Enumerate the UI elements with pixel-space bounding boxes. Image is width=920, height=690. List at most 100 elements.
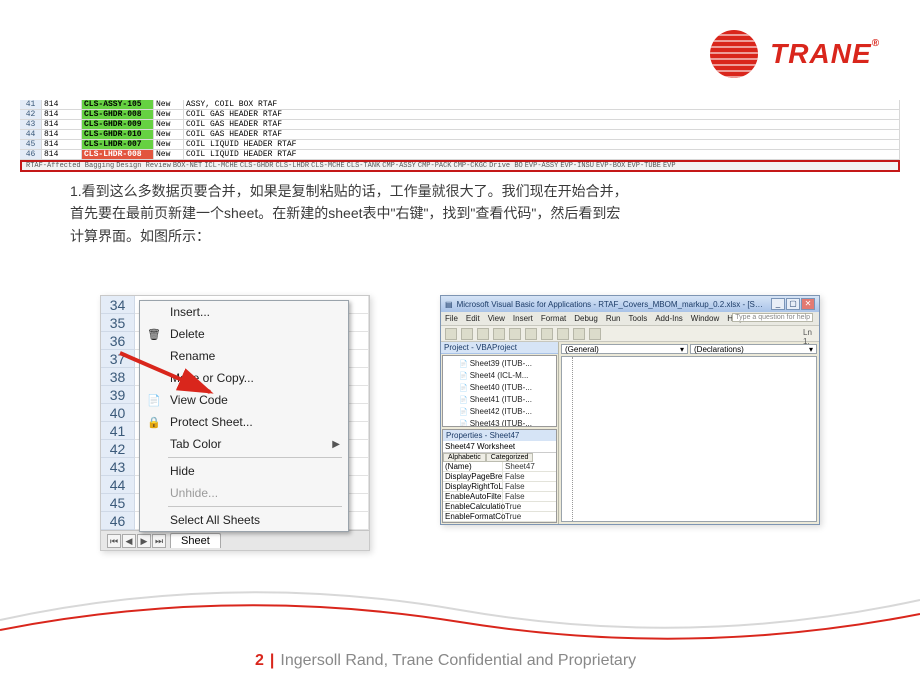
toolbar-icon[interactable]: [525, 328, 537, 340]
toolbar-icon[interactable]: [461, 328, 473, 340]
property-row[interactable]: (Name)Sheet47: [443, 462, 556, 472]
row-number: 44: [101, 476, 135, 494]
excel-sheet-tab[interactable]: Drive BO: [489, 162, 523, 170]
nav-prev-icon[interactable]: ◀: [122, 534, 136, 548]
sheet-tab[interactable]: Sheet: [170, 533, 221, 548]
tree-item[interactable]: Sheet39 (ITUB-...: [445, 358, 554, 370]
menu-select-all-sheets[interactable]: Select All Sheets: [140, 509, 348, 531]
tab-categorized[interactable]: Categorized: [486, 453, 534, 462]
menu-hide[interactable]: Hide: [140, 460, 348, 482]
excel-sheet-tab[interactable]: CLS-LHDR: [275, 162, 309, 170]
excel-sheet-tab[interactable]: CLS-GHDR: [240, 162, 274, 170]
procedure-dropdown[interactable]: (Declarations)▾: [690, 344, 817, 354]
vba-menu-item[interactable]: Format: [541, 314, 566, 323]
excel-sheet-tab[interactable]: CLS-TANK: [347, 162, 381, 170]
menu-separator: [168, 457, 342, 458]
row-number: 34: [101, 296, 135, 314]
lock-icon: 🔒: [146, 414, 162, 430]
view-code-icon: 📄: [146, 392, 162, 408]
excel-sheet-tab[interactable]: RTAF-Affected Bagging: [26, 162, 114, 170]
nav-first-icon[interactable]: ⏮: [107, 534, 121, 548]
minimize-icon[interactable]: _: [771, 298, 785, 310]
vba-menu-item[interactable]: Tools: [629, 314, 648, 323]
vba-menu-item[interactable]: Edit: [466, 314, 480, 323]
menu-move-copy[interactable]: Move or Copy...: [140, 367, 348, 389]
toolbar-icon[interactable]: [493, 328, 505, 340]
property-row[interactable]: EnableOutliningFalse: [443, 522, 556, 523]
toolbar-icon[interactable]: [573, 328, 585, 340]
tree-item[interactable]: Sheet42 (ITUB-...: [445, 406, 554, 418]
sheet-nav-buttons[interactable]: ⏮ ◀ ▶ ⏭: [107, 534, 166, 548]
excel-sheet-tab[interactable]: ICL-MCHE: [204, 162, 238, 170]
object-dropdown[interactable]: (General)▾: [561, 344, 688, 354]
properties-tabs[interactable]: Alphabetic Categorized: [443, 453, 556, 462]
excel-sheet-tab[interactable]: EVP-INSU: [560, 162, 594, 170]
vba-menu-item[interactable]: Debug: [574, 314, 598, 323]
excel-sheet-tab[interactable]: EVP-BOX: [596, 162, 625, 170]
trane-ball-icon: [710, 30, 758, 78]
menu-delete[interactable]: 🗑 Delete: [140, 323, 348, 345]
maximize-icon[interactable]: ▢: [786, 298, 800, 310]
toolbar-icon[interactable]: [477, 328, 489, 340]
vba-toolbar[interactable]: Ln 1, Col 1: [441, 326, 819, 342]
property-row[interactable]: EnableCalculatioTrue: [443, 502, 556, 512]
excel-sheet-tab[interactable]: BOX-NET: [173, 162, 202, 170]
vba-menu-item[interactable]: Run: [606, 314, 621, 323]
menu-view-code[interactable]: 📄 View Code: [140, 389, 348, 411]
property-row[interactable]: EnableFormatCoTrue: [443, 512, 556, 522]
excel-sheet-tab[interactable]: CMP-CKGC: [454, 162, 488, 170]
row-numbers-column: 34353637383940414243444546: [101, 296, 135, 530]
excel-row: 42814CLS-GHDR-008NewCOIL GAS HEADER RTAF: [20, 110, 900, 120]
code-editor[interactable]: [561, 356, 817, 522]
excel-sheet-tab[interactable]: Design Review: [116, 162, 171, 170]
excel-sheet-tab[interactable]: EVP-ASSY: [525, 162, 559, 170]
toolbar-icon[interactable]: [589, 328, 601, 340]
excel-sheet-tab[interactable]: CMP-ASSY: [382, 162, 416, 170]
instruction-text: 1.看到这么多数据页要合并，如果是复制粘贴的话，工作量就很大了。我们现在开始合并…: [70, 180, 630, 247]
excel-sheet-tab[interactable]: EVP: [663, 162, 676, 170]
vba-menu-item[interactable]: Insert: [513, 314, 533, 323]
footer-text: Ingersoll Rand, Trane Confidential and P…: [280, 652, 636, 670]
vba-menu-item[interactable]: File: [445, 314, 458, 323]
toolbar-icon[interactable]: [445, 328, 457, 340]
row-number: 38: [101, 368, 135, 386]
nav-next-icon[interactable]: ▶: [137, 534, 151, 548]
tree-item[interactable]: Sheet40 (ITUB-...: [445, 382, 554, 394]
vba-menu-item[interactable]: View: [488, 314, 505, 323]
row-number: 42: [101, 440, 135, 458]
tree-item[interactable]: Sheet4 (ICL-M...: [445, 370, 554, 382]
toolbar-icon[interactable]: [509, 328, 521, 340]
tab-alphabetic[interactable]: Alphabetic: [443, 453, 486, 462]
menu-insert[interactable]: Insert...: [140, 301, 348, 323]
properties-object[interactable]: Sheet47 Worksheet: [443, 441, 556, 453]
row-number: 35: [101, 314, 135, 332]
property-row[interactable]: DisplayRightToLFalse: [443, 482, 556, 492]
excel-sheet-tab[interactable]: CLS-MCHE: [311, 162, 345, 170]
delete-icon: 🗑: [146, 326, 162, 342]
trane-logo: TRANE®: [710, 30, 880, 78]
toolbar-icon[interactable]: [557, 328, 569, 340]
tree-item[interactable]: Sheet41 (ITUB-...: [445, 394, 554, 406]
vba-menu-item[interactable]: Add-Ins: [655, 314, 683, 323]
excel-row: 43814CLS-GHDR-009NewCOIL GAS HEADER RTAF: [20, 120, 900, 130]
vba-editor-screenshot: ▤ Microsoft Visual Basic for Application…: [440, 295, 820, 525]
property-row[interactable]: EnableAutoFilteFalse: [443, 492, 556, 502]
excel-row: 45814CLS-LHDR-007NewCOIL LIQUID HEADER R…: [20, 140, 900, 150]
vba-title-bar: ▤ Microsoft Visual Basic for Application…: [441, 296, 819, 312]
help-search-box[interactable]: Type a question for help: [732, 313, 813, 322]
excel-sheet-tab[interactable]: EVP-TUBE: [627, 162, 661, 170]
menu-unhide[interactable]: Unhide...: [140, 482, 348, 504]
menu-rename[interactable]: Rename: [140, 345, 348, 367]
project-pane-title: Project - VBAProject: [441, 342, 558, 354]
vba-menu-item[interactable]: Window: [691, 314, 719, 323]
property-row[interactable]: DisplayPageBreFalse: [443, 472, 556, 482]
row-number: 41: [101, 422, 135, 440]
tree-item[interactable]: Sheet43 (ITUB-...: [445, 418, 554, 427]
close-icon[interactable]: ✕: [801, 298, 815, 310]
nav-last-icon[interactable]: ⏭: [152, 534, 166, 548]
menu-protect-sheet[interactable]: 🔒 Protect Sheet...: [140, 411, 348, 433]
project-tree[interactable]: Sheet39 (ITUB-...Sheet4 (ICL-M...Sheet40…: [442, 355, 557, 427]
menu-tab-color[interactable]: Tab Color▶: [140, 433, 348, 455]
excel-sheet-tab[interactable]: CMP-PACK: [418, 162, 452, 170]
toolbar-icon[interactable]: [541, 328, 553, 340]
